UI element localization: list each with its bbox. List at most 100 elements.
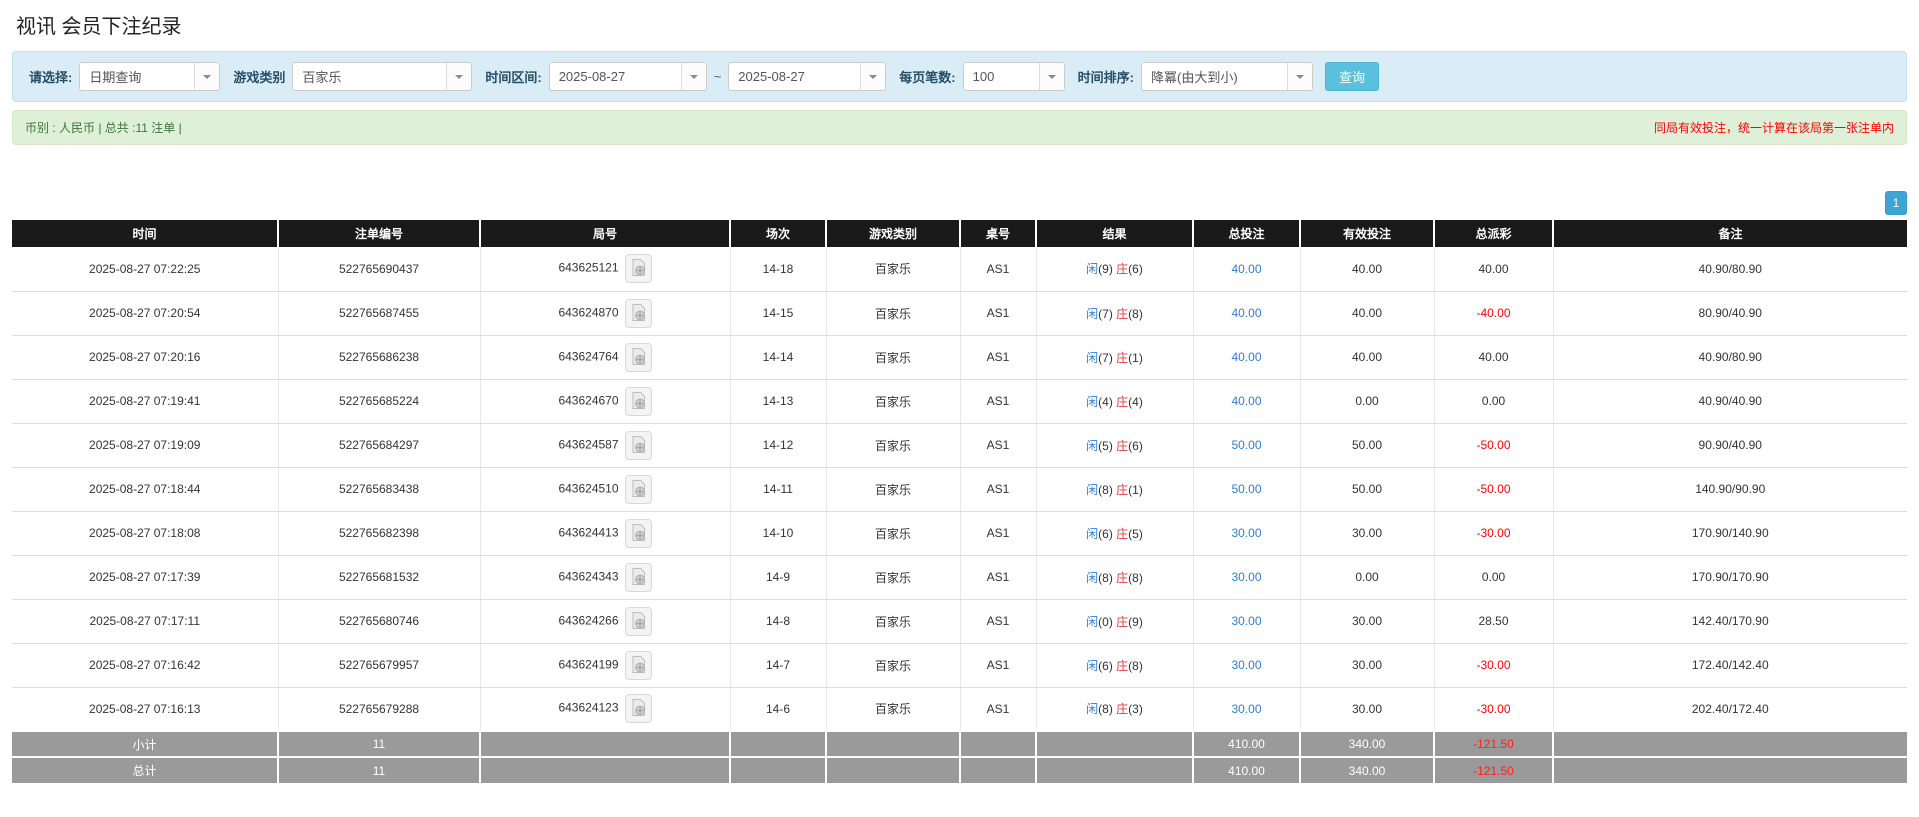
banker-result-label: 庄 [1116,439,1128,453]
round-number: 643624510 [558,481,618,495]
summary-session [730,757,826,783]
payout-cell: -30.00 [1434,511,1553,555]
date-from-value: 2025-08-27 [550,63,681,90]
caret-down-icon[interactable] [860,63,885,90]
total-bet-link[interactable]: 30.00 [1231,658,1261,672]
summary-game [826,731,960,757]
player-result-label: 闲 [1086,615,1098,629]
result-cell: 闲(6) 庄(8) [1036,643,1193,687]
column-header-3: 场次 [730,220,826,247]
valid-bet-cell: 40.00 [1300,291,1434,335]
video-replay-icon[interactable] [625,343,652,372]
video-replay-icon[interactable] [625,431,652,460]
game-type-cell: 百家乐 [826,335,960,379]
player-result-label: 闲 [1086,262,1098,276]
total-bet-cell: 30.00 [1193,643,1300,687]
total-bet-link[interactable]: 40.00 [1231,262,1261,276]
remark-cell: 40.90/80.90 [1553,247,1907,291]
banker-result-label: 庄 [1116,483,1128,497]
payout-cell: 40.00 [1434,335,1553,379]
time-sort-label: 时间排序: [1078,67,1134,86]
summary-result [1036,757,1193,783]
remark-cell: 172.40/142.40 [1553,643,1907,687]
time-sort-select[interactable]: 降冪(由大到小) [1141,62,1313,91]
table-number-cell: AS1 [960,467,1036,511]
video-replay-icon[interactable] [625,519,652,548]
table-row: 2025-08-27 07:17:11522765680746643624266… [12,599,1907,643]
session-cell: 14-14 [730,335,826,379]
round-number: 643624343 [558,569,618,583]
total-bet-cell: 40.00 [1193,335,1300,379]
column-header-1: 注单编号 [278,220,480,247]
total-bet-cell: 30.00 [1193,555,1300,599]
banker-result-score: (8) [1128,659,1143,673]
banker-result-score: (1) [1128,351,1143,365]
caret-down-icon[interactable] [681,63,706,90]
game-type-cell: 百家乐 [826,511,960,555]
caret-down-icon[interactable] [194,63,219,90]
valid-bet-cell: 50.00 [1300,423,1434,467]
video-replay-icon[interactable] [625,299,652,328]
remark-cell: 40.90/40.90 [1553,379,1907,423]
round-cell: 643624510 [480,467,730,511]
time-cell: 2025-08-27 07:16:42 [12,643,278,687]
game-type-cell: 百家乐 [826,247,960,291]
table-row: 2025-08-27 07:20:16522765686238643624764… [12,335,1907,379]
video-replay-icon[interactable] [625,607,652,636]
round-number: 643624266 [558,613,618,627]
total-bet-cell: 40.00 [1193,291,1300,335]
caret-down-icon[interactable] [1039,63,1064,90]
payout-cell: 0.00 [1434,555,1553,599]
total-bet-link[interactable]: 40.00 [1231,350,1261,364]
total-bet-link[interactable]: 40.00 [1231,306,1261,320]
video-replay-icon[interactable] [625,694,652,723]
query-type-select[interactable]: 日期查询 [79,62,220,91]
total-bet-link[interactable]: 30.00 [1231,614,1261,628]
time-cell: 2025-08-27 07:18:08 [12,511,278,555]
page-size-select[interactable]: 100 [963,62,1065,91]
table-number-cell: AS1 [960,335,1036,379]
total-bet-link[interactable]: 50.00 [1231,482,1261,496]
player-result-score: (8) [1098,483,1116,497]
video-replay-icon[interactable] [625,475,652,504]
total-bet-link[interactable]: 30.00 [1231,702,1261,716]
video-replay-icon[interactable] [625,563,652,592]
total-bet-link[interactable]: 30.00 [1231,570,1261,584]
round-number: 643624199 [558,657,618,671]
time-cell: 2025-08-27 07:16:13 [12,687,278,731]
banker-result-score: (3) [1128,702,1143,716]
banker-result-score: (6) [1128,439,1143,453]
table-body: 2025-08-27 07:22:25522765690437643625121… [12,247,1907,731]
table-number-cell: AS1 [960,643,1036,687]
caret-down-icon[interactable] [1287,63,1312,90]
date-to-select[interactable]: 2025-08-27 [728,62,886,91]
total-bet-link[interactable]: 30.00 [1231,526,1261,540]
video-replay-icon[interactable] [625,651,652,680]
date-from-select[interactable]: 2025-08-27 [549,62,707,91]
search-button[interactable]: 查询 [1325,62,1379,91]
caret-down-icon[interactable] [446,63,471,90]
time-cell: 2025-08-27 07:18:44 [12,467,278,511]
summary-result [1036,731,1193,757]
table-number-cell: AS1 [960,599,1036,643]
bet-number-cell: 522765680746 [278,599,480,643]
game-type-cell: 百家乐 [826,599,960,643]
total-bet-link[interactable]: 40.00 [1231,394,1261,408]
remark-cell: 40.90/80.90 [1553,335,1907,379]
summary-total-bet: 410.00 [1193,757,1300,783]
video-replay-icon[interactable] [625,254,652,283]
page-1-button[interactable]: 1 [1885,191,1907,215]
table-row: 2025-08-27 07:22:25522765690437643625121… [12,247,1907,291]
result-cell: 闲(6) 庄(5) [1036,511,1193,555]
session-cell: 14-13 [730,379,826,423]
video-replay-icon[interactable] [625,387,652,416]
game-type-cell: 百家乐 [826,423,960,467]
valid-bet-cell: 40.00 [1300,247,1434,291]
round-cell: 643624343 [480,555,730,599]
total-bet-link[interactable]: 50.00 [1231,438,1261,452]
banker-result-label: 庄 [1116,262,1128,276]
game-category-select[interactable]: 百家乐 [292,62,472,91]
bet-number-cell: 522765681532 [278,555,480,599]
result-cell: 闲(5) 庄(6) [1036,423,1193,467]
session-cell: 14-12 [730,423,826,467]
